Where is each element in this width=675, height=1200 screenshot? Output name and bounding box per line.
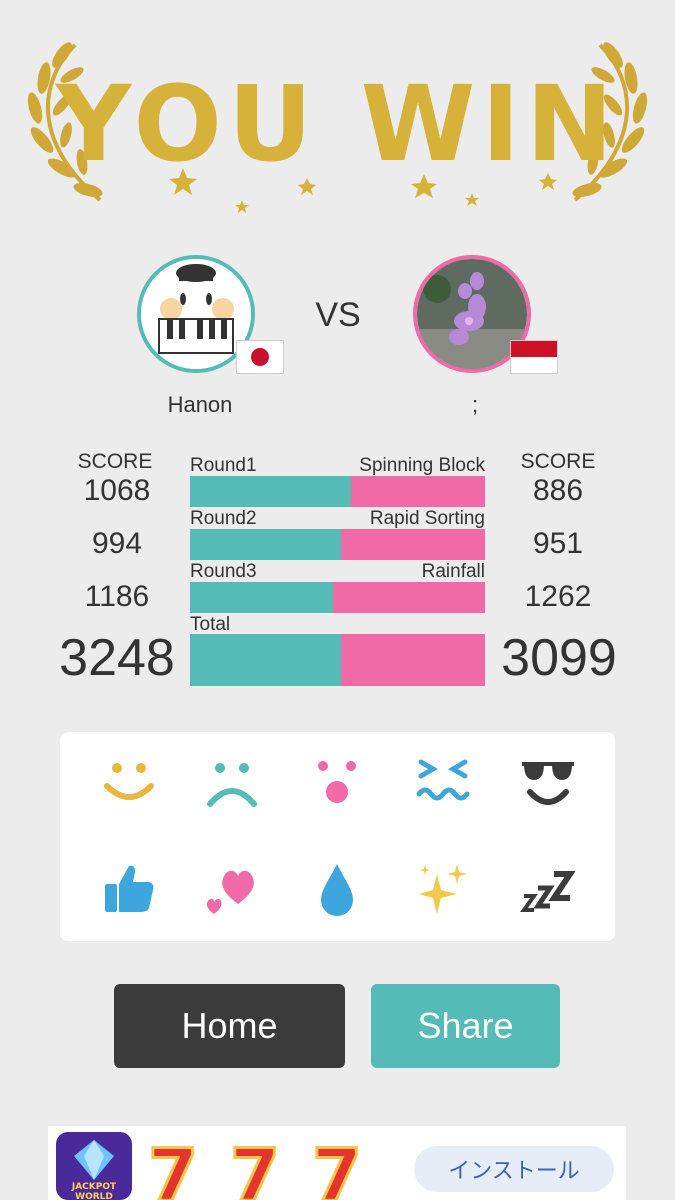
wincing-emoji-icon[interactable] [415,756,471,812]
round1-left-score: 1068 [83,474,151,507]
app-logo-text: JACKPOT WORLD [71,1182,117,1200]
sparkles-emoji-icon[interactable] [415,860,471,916]
surprised-emoji-icon[interactable] [309,756,365,812]
round1-right-segment [351,476,485,507]
round1-bar [190,476,485,507]
round2-bar [190,529,485,560]
right-total-score: 3099 [501,629,617,687]
ad-banner[interactable]: JACKPOT WORLD 777 インストール [48,1126,626,1200]
home-button[interactable]: Home [114,984,345,1068]
total-bar [190,634,485,686]
right-score-header: SCORE [520,450,596,473]
drop-emoji-icon[interactable] [309,860,365,916]
round3-right-segment [332,582,485,613]
you-win-title: YOU WIN [55,63,620,185]
piano-face-avatar-icon [141,259,251,369]
round1-label: Round1 [190,455,257,476]
right-player-name: ; [471,392,479,417]
sleep-emoji-icon[interactable] [520,860,576,916]
thumbs-up-emoji-icon[interactable] [101,860,157,916]
round2-right-score: 951 [532,527,584,560]
round2-left-score: 994 [91,527,143,560]
total-left-segment [190,634,342,686]
svg-text:7: 7 [230,1136,280,1200]
777-slots-graphic: 777 [148,1136,364,1200]
round1-game: Spinning Block [359,455,485,476]
round2-left-segment [190,529,341,560]
total-right-segment [341,634,485,686]
round3-bar [190,582,485,613]
hearts-emoji-icon[interactable] [204,860,260,916]
round2-game: Rapid Sorting [369,508,485,529]
round3-right-score: 1262 [524,580,592,613]
left-total-score: 3248 [59,629,175,687]
round3-label: Round3 [190,561,257,582]
sunglasses-emoji-icon[interactable] [520,756,576,812]
reaction-panel [60,732,615,941]
result-header: YOU WIN [0,0,675,230]
japan-flag-icon [236,340,284,374]
share-button[interactable]: Share [371,984,560,1068]
left-player-name: Hanon [167,392,233,417]
sad-emoji-icon[interactable] [204,756,260,812]
svg-text:7: 7 [148,1136,198,1200]
round2-label: Round2 [190,508,257,529]
round3-left-score: 1186 [84,580,150,613]
round2-right-segment [340,529,485,560]
smile-emoji-icon[interactable] [101,756,157,812]
round3-left-segment [190,582,333,613]
jackpot-world-app-icon: JACKPOT WORLD [56,1132,132,1200]
indonesia-flag-icon [510,340,558,374]
round1-right-score: 886 [532,474,584,507]
round3-game: Rainfall [421,561,485,582]
svg-text:7: 7 [312,1136,362,1200]
vs-label: VS [315,296,361,334]
round1-left-segment [190,476,352,507]
install-button[interactable]: インストール [414,1146,614,1192]
left-score-header: SCORE [77,450,153,473]
